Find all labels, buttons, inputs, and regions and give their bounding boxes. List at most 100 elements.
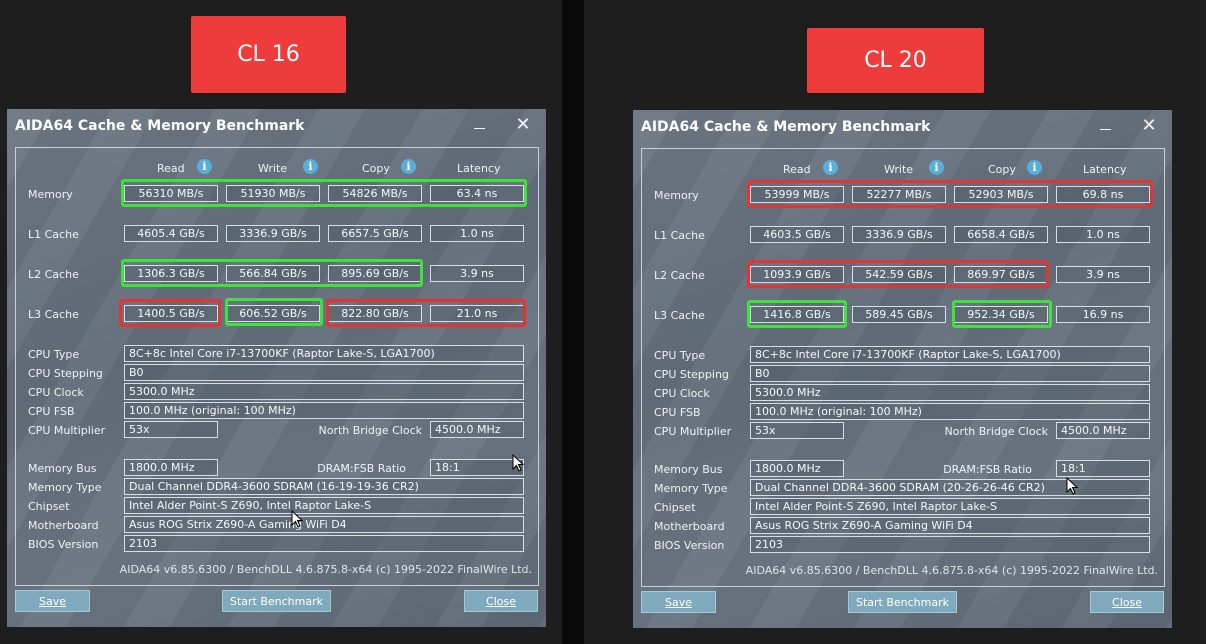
header-copy: Copy xyxy=(362,162,390,175)
close-window-button[interactable]: ✕ xyxy=(1136,114,1162,138)
info-icon[interactable]: i xyxy=(303,159,318,174)
nb-clock-value: 4500.0 MHz xyxy=(1056,422,1150,439)
l3-read-value: 1416.8 GB/s xyxy=(750,306,844,323)
save-button[interactable]: Save xyxy=(641,591,716,613)
memory-type-value: Dual Channel DDR4-3600 SDRAM (16-19-19-3… xyxy=(124,478,524,495)
l3-latency-value: 16.9 ns xyxy=(1056,306,1150,323)
label-memory-bus: Memory Bus xyxy=(28,462,97,475)
label-memory-type: Memory Type xyxy=(28,481,102,494)
header-latency: Latency xyxy=(1083,163,1127,176)
minimize-button[interactable] xyxy=(1092,114,1118,138)
cl16-badge: CL 16 xyxy=(191,16,346,93)
header-read: Read xyxy=(783,163,811,176)
window-title: AIDA64 Cache & Memory Benchmark xyxy=(15,118,305,134)
l2-copy-value: 895.69 GB/s xyxy=(328,265,422,282)
label-cpu-type: CPU Type xyxy=(654,349,706,362)
motherboard-value: Asus ROG Strix Z690-A Gaming WiFi D4 xyxy=(124,516,524,533)
header-latency: Latency xyxy=(457,162,501,175)
benchmark-panel: Read i Write i Copy i Latency Memory 563… xyxy=(15,147,539,586)
nb-clock-value: 4500.0 MHz xyxy=(430,421,524,438)
l1-write-value: 3336.9 GB/s xyxy=(852,226,946,243)
l2-read-value: 1306.3 GB/s xyxy=(124,265,218,282)
label-memory-bus: Memory Bus xyxy=(654,463,723,476)
close-icon: ✕ xyxy=(515,114,531,135)
title-bar[interactable]: AIDA64 Cache & Memory Benchmark ✕ xyxy=(7,109,546,143)
start-benchmark-button[interactable]: Start Benchmark xyxy=(848,591,957,613)
start-label: Start Benchmark xyxy=(229,594,324,608)
label-cpu-type: CPU Type xyxy=(28,348,80,361)
l1-latency-value: 1.0 ns xyxy=(1056,226,1150,243)
row-label-l1: L1 Cache xyxy=(654,229,705,242)
benchmark-panel: Read i Write i Copy i Latency Memory 539… xyxy=(641,148,1165,587)
save-label: Save xyxy=(38,594,66,608)
dram-fsb-value: 18:1 xyxy=(430,459,524,476)
save-button[interactable]: Save xyxy=(15,590,90,612)
close-label: Close xyxy=(486,594,516,608)
label-cpu-multiplier: CPU Multiplier xyxy=(28,424,106,437)
memory-latency-value: 69.8 ns xyxy=(1056,186,1150,203)
cpu-multiplier-value: 53x xyxy=(124,421,218,438)
label-nb-clock: North Bridge Clock xyxy=(318,424,422,437)
dram-fsb-value: 18:1 xyxy=(1056,460,1150,477)
info-icon[interactable]: i xyxy=(401,159,416,174)
label-motherboard: Motherboard xyxy=(28,519,99,532)
version-footer: AIDA64 v6.85.6300 / BenchDLL 4.6.875.8-x… xyxy=(745,564,1158,577)
l1-copy-value: 6658.4 GB/s xyxy=(954,226,1048,243)
info-icon[interactable]: i xyxy=(823,160,838,175)
memory-bus-value: 1800.0 MHz xyxy=(124,459,218,476)
l3-copy-value: 952.34 GB/s xyxy=(954,306,1048,323)
window-title: AIDA64 Cache & Memory Benchmark xyxy=(641,119,931,135)
chipset-value: Intel Alder Point-S Z690, Intel Raptor L… xyxy=(750,498,1150,515)
cpu-fsb-value: 100.0 MHz (original: 100 MHz) xyxy=(750,403,1150,420)
label-cpu-fsb: CPU FSB xyxy=(28,405,75,418)
l2-copy-value: 869.97 GB/s xyxy=(954,266,1048,283)
label-bios: BIOS Version xyxy=(654,539,725,552)
badge-label: CL 16 xyxy=(237,42,300,67)
mouse-cursor-icon xyxy=(512,454,525,472)
title-bar[interactable]: AIDA64 Cache & Memory Benchmark ✕ xyxy=(633,110,1172,144)
l1-read-value: 4603.5 GB/s xyxy=(750,226,844,243)
info-icon[interactable]: i xyxy=(929,160,944,175)
start-benchmark-button[interactable]: Start Benchmark xyxy=(222,590,331,612)
cpu-multiplier-value: 53x xyxy=(750,422,844,439)
label-memory-type: Memory Type xyxy=(654,482,728,495)
cpu-clock-value: 5300.0 MHz xyxy=(750,384,1150,401)
row-label-l1: L1 Cache xyxy=(28,228,79,241)
l2-write-value: 542.59 GB/s xyxy=(852,266,946,283)
close-button[interactable]: Close xyxy=(1090,591,1164,613)
l3-write-value: 589.45 GB/s xyxy=(852,306,946,323)
close-icon: ✕ xyxy=(1141,115,1157,136)
header-write: Write xyxy=(258,162,288,175)
row-label-memory: Memory xyxy=(654,189,699,202)
info-icon[interactable]: i xyxy=(1027,160,1042,175)
bios-value: 2103 xyxy=(124,535,524,552)
cpu-type-value: 8C+8c Intel Core i7-13700KF (Raptor Lake… xyxy=(124,345,524,362)
cpu-fsb-value: 100.0 MHz (original: 100 MHz) xyxy=(124,402,524,419)
label-chipset: Chipset xyxy=(654,501,696,514)
info-icon[interactable]: i xyxy=(197,159,212,174)
memory-read-value: 56310 MB/s xyxy=(124,185,218,202)
l2-read-value: 1093.9 GB/s xyxy=(750,266,844,283)
close-button[interactable]: Close xyxy=(464,590,538,612)
bios-value: 2103 xyxy=(750,536,1150,553)
chipset-value: Intel Alder Point-S Z690, Intel Raptor L… xyxy=(124,497,524,514)
l2-write-value: 566.84 GB/s xyxy=(226,265,320,282)
minimize-button[interactable] xyxy=(466,113,492,137)
row-label-l3: L3 Cache xyxy=(28,308,79,321)
l1-latency-value: 1.0 ns xyxy=(430,225,524,242)
benchmark-window-cl20: AIDA64 Cache & Memory Benchmark ✕ Read i… xyxy=(633,110,1172,628)
badge-label: CL 20 xyxy=(864,48,927,73)
close-window-button[interactable]: ✕ xyxy=(510,113,536,137)
label-cpu-clock: CPU Clock xyxy=(28,386,84,399)
l1-write-value: 3336.9 GB/s xyxy=(226,225,320,242)
screen-divider xyxy=(562,0,584,644)
label-chipset: Chipset xyxy=(28,500,70,513)
l3-read-value: 1400.5 GB/s xyxy=(124,305,218,322)
row-label-l3: L3 Cache xyxy=(654,309,705,322)
label-cpu-multiplier: CPU Multiplier xyxy=(654,425,732,438)
memory-copy-value: 52903 MB/s xyxy=(954,186,1048,203)
start-label: Start Benchmark xyxy=(855,595,950,609)
l1-copy-value: 6657.5 GB/s xyxy=(328,225,422,242)
cpu-stepping-value: B0 xyxy=(124,364,524,381)
cpu-type-value: 8C+8c Intel Core i7-13700KF (Raptor Lake… xyxy=(750,346,1150,363)
